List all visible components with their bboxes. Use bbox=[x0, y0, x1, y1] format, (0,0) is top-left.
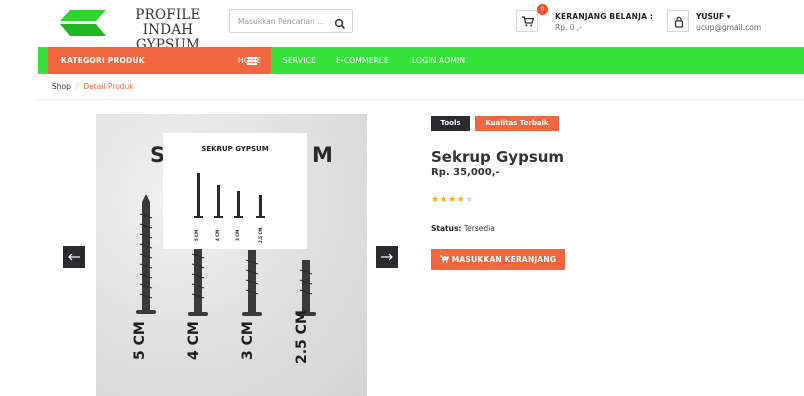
product-name: Sekrup Gypsum bbox=[431, 148, 565, 166]
user-icon bbox=[674, 16, 684, 28]
inset-size-label-3cm: 3 CM bbox=[235, 229, 240, 241]
logo-line-1: PROFILE INDAH bbox=[135, 7, 201, 38]
divider bbox=[38, 99, 804, 100]
user-email: ucup@gmail.com bbox=[696, 23, 762, 32]
size-label-3cm: 3 CM bbox=[240, 321, 256, 360]
cart-amount: Rp. 0 ,- bbox=[555, 23, 582, 32]
cart-count-badge: 0 bbox=[537, 4, 548, 15]
arrow-left-icon bbox=[68, 253, 80, 261]
category-menu-label: KATEGORI PRODUK bbox=[61, 56, 145, 65]
size-label-2-5cm: 2.5 CM bbox=[294, 310, 310, 364]
user-button[interactable] bbox=[667, 10, 689, 32]
nav-link-home[interactable]: HOME bbox=[238, 56, 262, 65]
user-name-dropdown[interactable]: YUSUF ▾ bbox=[696, 12, 731, 21]
breadcrumb: Shop / Detail Produk bbox=[52, 82, 134, 91]
star-filled-icon: ★ bbox=[439, 195, 449, 205]
product-image: S M SEKRUP GYPSUM 5 CM 4 CM 3 CM 2.5 CM … bbox=[96, 114, 367, 396]
nav-link-login-admin[interactable]: LOGIN ADMIN bbox=[412, 56, 465, 65]
inset-size-label-2-5cm: 2.5 CM bbox=[258, 227, 263, 243]
nav-link-ecommerce[interactable]: E-COMMERCE bbox=[336, 56, 389, 65]
inset-size-label-5cm: 5 CM bbox=[194, 229, 199, 241]
star-empty-icon: ★ bbox=[465, 195, 474, 205]
cart-button[interactable] bbox=[516, 10, 538, 32]
star-filled-icon: ★ bbox=[431, 195, 440, 205]
tag-tools[interactable]: Tools bbox=[431, 116, 470, 131]
breadcrumb-separator: / bbox=[75, 82, 79, 91]
add-to-cart-button[interactable]: MASUKKAN KERANJANG bbox=[431, 249, 565, 270]
logo-mark-icon bbox=[60, 10, 106, 36]
breadcrumb-shop[interactable]: Shop bbox=[52, 82, 71, 91]
site-header: PROFILE INDAH GYPSUM 0 KERANJANG BELANJA… bbox=[0, 0, 804, 53]
product-rating: ★★★★★ bbox=[431, 195, 474, 205]
main-nav: KATEGORI PRODUK HOME SERVICE E-COMMERCE … bbox=[38, 47, 804, 74]
breadcrumb-current: Detail Produk bbox=[83, 82, 134, 91]
tag-quality[interactable]: Kualitas Terbaik bbox=[475, 116, 559, 131]
size-label-5cm: 5 CM bbox=[132, 321, 148, 360]
size-label-4cm: 4 CM bbox=[186, 321, 202, 360]
star-filled-icon: ★ bbox=[448, 195, 457, 205]
add-to-cart-label: MASUKKAN KERANJANG bbox=[451, 255, 557, 264]
search-input[interactable] bbox=[230, 10, 330, 32]
product-price: Rp. 35,000,- bbox=[431, 167, 500, 178]
gallery-prev-button[interactable] bbox=[63, 246, 85, 268]
arrow-right-icon bbox=[381, 253, 393, 261]
nav-link-service[interactable]: SERVICE bbox=[283, 56, 316, 65]
cart-icon bbox=[522, 16, 534, 27]
cart-icon bbox=[439, 255, 449, 263]
site-logo[interactable]: PROFILE INDAH GYPSUM bbox=[56, 7, 226, 53]
image-inset: SEKRUP GYPSUM 5 CM 4 CM 3 CM 2.5 CM bbox=[163, 133, 307, 249]
product-status: Status: Tersedia bbox=[431, 224, 495, 233]
search-icon[interactable] bbox=[334, 15, 346, 30]
status-label: Status: bbox=[431, 224, 462, 233]
cart-title[interactable]: KERANJANG BELANJA : bbox=[555, 12, 653, 21]
status-value: Tersedia bbox=[463, 224, 495, 233]
search-box bbox=[229, 9, 353, 33]
inset-size-label-4cm: 4 CM bbox=[215, 229, 220, 241]
gallery-next-button[interactable] bbox=[376, 246, 398, 268]
